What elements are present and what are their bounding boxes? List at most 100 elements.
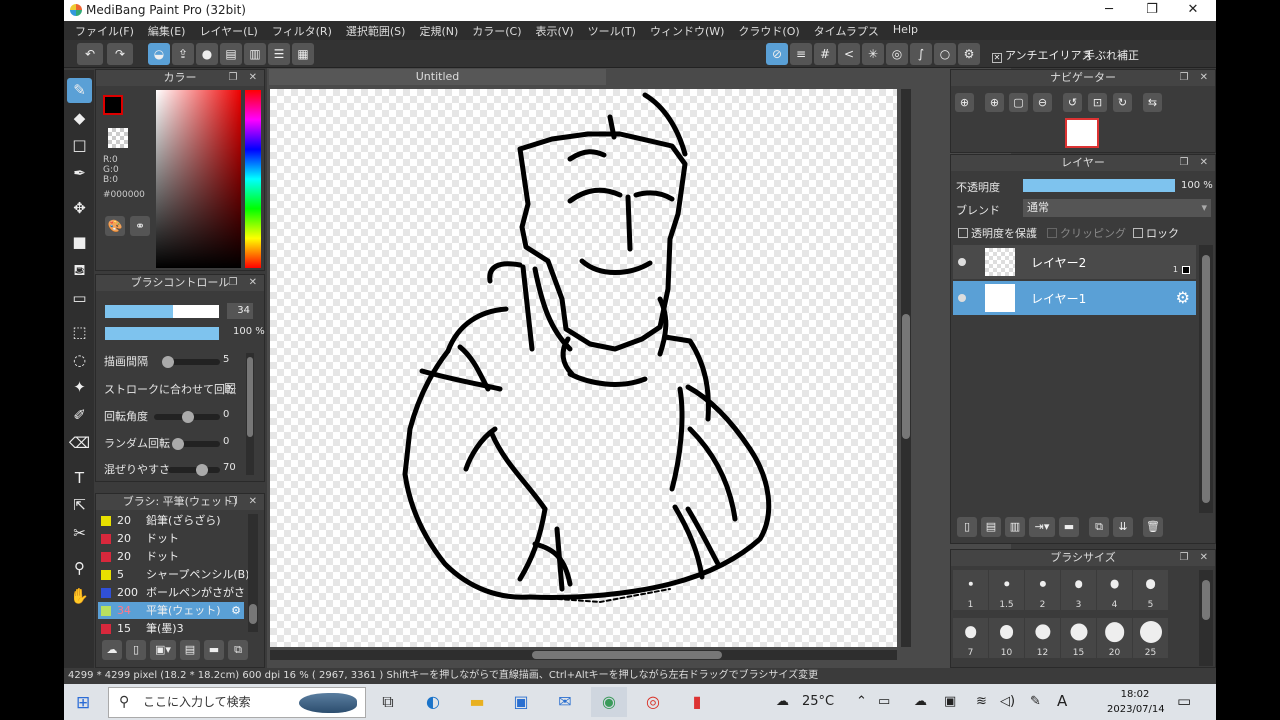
brush-size-slider[interactable]: [105, 305, 219, 318]
red-app-icon[interactable]: ▮: [679, 687, 715, 717]
blend-select[interactable]: 通常 ▾: [1023, 199, 1211, 217]
brush-duplicate-icon[interactable]: ⧉: [228, 640, 248, 660]
rotate-stroke-checkbox[interactable]: ✕: [225, 383, 235, 393]
antialias-checkbox[interactable]: ✕: [992, 53, 1002, 63]
panel-controls-icon[interactable]: ❐ ✕: [228, 275, 261, 291]
redo-icon[interactable]: ↷: [107, 43, 133, 65]
saturation-value-picker[interactable]: [156, 90, 241, 268]
fit-window-icon[interactable]: ▢: [1009, 93, 1028, 112]
snap-off-icon[interactable]: ⊘: [766, 43, 788, 65]
weather-icon[interactable]: ☁: [776, 694, 789, 709]
lock-checkbox[interactable]: [1133, 228, 1143, 238]
chat-icon[interactable]: ▤: [220, 43, 242, 65]
operation-tool-icon[interactable]: ⇱: [67, 493, 92, 518]
panel-controls-icon[interactable]: ❐ ✕: [1179, 70, 1212, 86]
lock-toggle[interactable]: ロック: [1133, 225, 1179, 241]
pen-tool-icon[interactable]: ✒: [67, 161, 92, 186]
wifi-icon[interactable]: ≋: [976, 694, 987, 709]
select-pen-tool-icon[interactable]: ✐: [67, 403, 92, 428]
gradient-tool-icon[interactable]: ▭: [67, 286, 92, 311]
pen-icon[interactable]: ✎: [1030, 694, 1041, 709]
brush-list-item[interactable]: 20 ドット: [98, 548, 244, 565]
list-icon[interactable]: ☰: [268, 43, 290, 65]
page-icon[interactable]: ▥: [244, 43, 266, 65]
new-layer-icon[interactable]: ▯: [957, 517, 977, 537]
rotate-right-icon[interactable]: ↻: [1113, 93, 1132, 112]
magic-wand-tool-icon[interactable]: ✦: [67, 375, 92, 400]
panel-controls-icon[interactable]: ❐ ✕: [1179, 155, 1212, 171]
brush-list-item[interactable]: 34 平筆(ウェット) ⚙: [98, 602, 244, 619]
brush-list-item[interactable]: 20 ドット: [98, 530, 244, 547]
snap-grid-icon[interactable]: #: [814, 43, 836, 65]
eyedropper-tool-icon[interactable]: ⚲: [67, 556, 92, 581]
tray-chevron-icon[interactable]: ⌃: [856, 694, 867, 709]
menu-view[interactable]: 表示(V): [529, 21, 581, 40]
duplicate-layer-icon[interactable]: ⧉: [1089, 517, 1109, 537]
angle-knob[interactable]: [182, 411, 194, 423]
medibang-taskbar-icon[interactable]: ◉: [591, 687, 627, 717]
scrollbar-thumb[interactable]: [247, 357, 253, 437]
volume-icon[interactable]: ◁): [1000, 694, 1015, 709]
brush-list-item[interactable]: 200 ボールペンがさがさ: [98, 584, 245, 601]
select-tool-icon[interactable]: ⬚: [67, 320, 92, 345]
maximize-button[interactable]: ❐: [1137, 1, 1167, 19]
share-icon[interactable]: ⇪: [172, 43, 194, 65]
reset-rotate-icon[interactable]: ⊡: [1088, 93, 1107, 112]
brush-folder-icon[interactable]: ▬: [204, 640, 224, 660]
scrollbar-thumb[interactable]: [532, 651, 722, 659]
menu-layer[interactable]: レイヤー(L): [192, 21, 264, 40]
snap-curve-icon[interactable]: ∫: [910, 43, 932, 65]
hand-tool-icon[interactable]: ✋: [67, 584, 92, 609]
snap-circle-icon[interactable]: ◎: [886, 43, 908, 65]
dot-tool-icon[interactable]: □: [67, 133, 92, 158]
scrollbar-thumb[interactable]: [1202, 255, 1210, 503]
taskbar-search-box[interactable]: ⚲ ここに入力して検索: [108, 687, 366, 718]
brush-size-value[interactable]: 34: [227, 303, 253, 319]
comment-icon[interactable]: ●: [196, 43, 218, 65]
canvas-horizontal-scrollbar[interactable]: [270, 650, 897, 660]
brush-size-option[interactable]: 12: [1025, 618, 1060, 658]
menu-filter[interactable]: フィルタ(R): [265, 21, 339, 40]
task-view-icon[interactable]: ⧉: [370, 687, 406, 717]
tray-device-icon[interactable]: ▭: [878, 694, 890, 709]
brush-size-option[interactable]: 1: [953, 570, 988, 610]
brush-size-option[interactable]: 3: [1061, 570, 1096, 610]
brush-size-option[interactable]: 10: [989, 618, 1024, 658]
layer-opacity-slider[interactable]: [1023, 179, 1175, 192]
brush-opacity-slider[interactable]: [105, 327, 219, 340]
text-tool-icon[interactable]: T: [67, 466, 92, 491]
brush-settings-icon[interactable]: ▤: [180, 640, 200, 660]
canvas-vertical-scrollbar[interactable]: [901, 89, 911, 647]
navigator-thumbnail[interactable]: [1065, 118, 1099, 148]
bucket-tool-icon[interactable]: ⛾: [67, 258, 92, 283]
panel-controls-icon[interactable]: ❐ ✕: [228, 494, 261, 510]
file-explorer-icon[interactable]: ▬: [459, 687, 495, 717]
brush-size-option[interactable]: 7: [953, 618, 988, 658]
brush-size-option[interactable]: 2: [1025, 570, 1060, 610]
merge-down-icon[interactable]: ⇊: [1113, 517, 1133, 537]
clipping-toggle[interactable]: クリッピング: [1047, 225, 1126, 241]
scrollbar-thumb[interactable]: [902, 314, 910, 439]
brush-list-item[interactable]: 20 鉛筆(ざらざら): [98, 512, 244, 529]
fill-rect-tool-icon[interactable]: ■: [67, 230, 92, 255]
menu-color[interactable]: カラー(C): [465, 21, 528, 40]
layer-folder-icon[interactable]: ▬: [1059, 517, 1079, 537]
scrollbar-thumb[interactable]: [1202, 580, 1210, 620]
palette-icon[interactable]: 🎨: [105, 216, 125, 236]
protect-alpha-checkbox[interactable]: [958, 228, 968, 238]
menu-tools[interactable]: ツール(T): [581, 21, 643, 40]
move-tool-icon[interactable]: ✥: [67, 196, 92, 221]
eraser-tool-icon[interactable]: ◆: [67, 106, 92, 131]
brush-size-option[interactable]: 15: [1061, 618, 1096, 658]
brush-size-option[interactable]: 1.5: [989, 570, 1024, 610]
menu-selection[interactable]: 選択範囲(S): [339, 21, 413, 40]
mixing-knob[interactable]: [196, 464, 208, 476]
menu-file[interactable]: ファイル(F): [68, 21, 141, 40]
undo-icon[interactable]: ↶: [77, 43, 103, 65]
notification-icon[interactable]: ▭: [1177, 692, 1191, 710]
color-picker-icon[interactable]: ⚭: [130, 216, 150, 236]
document-tab[interactable]: Untitled: [269, 69, 606, 85]
select-eraser-tool-icon[interactable]: ⌫: [67, 431, 92, 456]
eraser-mode-icon[interactable]: ◒: [148, 43, 170, 65]
layer-row[interactable]: レイヤー2 1: [953, 245, 1196, 279]
